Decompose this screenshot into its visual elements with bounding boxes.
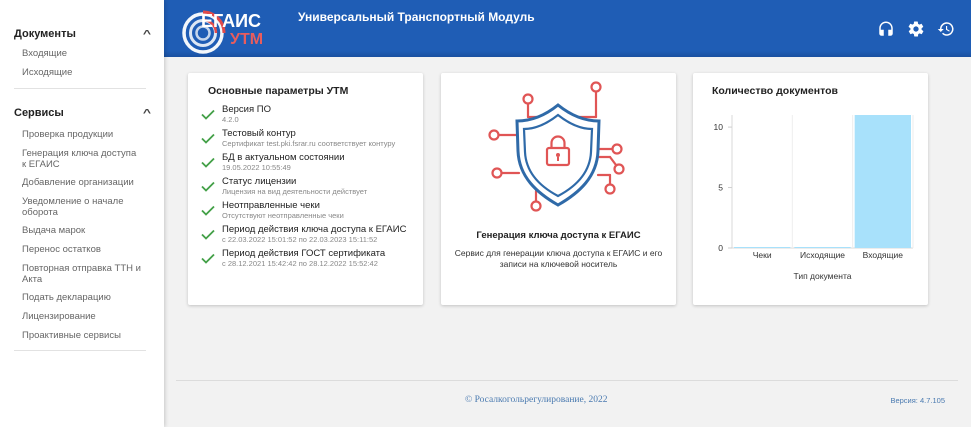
sidebar-section-title: Сервисы [14, 107, 64, 119]
y-tick-label: 0 [718, 243, 723, 253]
params-card: Основные параметры УТМ Версия ПО 4.2.0 Те… [188, 73, 423, 305]
svg-text:УТМ: УТМ [230, 31, 263, 48]
documents-chart-card: Количество документов 0 5 10 Чеки Исходящие В… [693, 73, 928, 305]
app-header: ЕГАИС УТМ Универсальный Транспортный Мод… [164, 0, 971, 57]
check-icon [201, 225, 222, 244]
sidebar-item-declaration[interactable]: Подать декларацию [0, 292, 164, 303]
sidebar-item-proactive[interactable]: Проактивные сервисы [0, 330, 164, 341]
param-value: 19.05.2022 10:55:49 [222, 163, 291, 172]
egais-logo[interactable]: ЕГАИС УТМ [182, 4, 282, 54]
y-tick-label: 5 [718, 183, 723, 193]
x-tick-label: Исходящие [800, 250, 845, 260]
shield-lock-icon [488, 81, 625, 212]
check-icon [201, 249, 222, 268]
sidebar-section-title: Документы [14, 28, 76, 40]
param-row: Период действия ключа доступа к ЕГАИС с 2… [201, 225, 406, 244]
params-list: Версия ПО 4.2.0 Тестовый контур Сертификат… [201, 105, 406, 268]
check-icon [201, 129, 222, 148]
key-card-description: Сервис для генерации ключа доступа к ЕГА… [454, 248, 663, 269]
bar [734, 247, 791, 248]
check-icon [201, 201, 222, 220]
svg-text:ЕГАИС: ЕГАИС [201, 11, 261, 31]
param-row: Статус лицензии Лицензия на вид деятельно… [201, 177, 406, 196]
param-row: Тестовый контур Сертификат test.pki.fsrar… [201, 129, 406, 148]
app-title: Универсальный Транспортный Модуль [298, 10, 535, 24]
sidebar-item-stamps[interactable]: Выдача марок [0, 225, 164, 236]
documents-bar-chart: 0 5 10 Чеки Исходящие Входящие Тип документа [714, 115, 914, 281]
sidebar-item-transfer-balances[interactable]: Перенос остатков [0, 244, 164, 255]
param-value: Сертификат test.pki.fsrar.ru соответству… [222, 139, 396, 148]
y-tick-label: 10 [714, 122, 724, 132]
sidebar-item-turnover-notice[interactable]: Уведомление о начале оборота [0, 196, 164, 218]
param-label: Тестовый контур [222, 128, 296, 139]
sidebar-item-incoming[interactable]: Входящие [0, 48, 164, 59]
sidebar-item-resend-ttn[interactable]: Повторная отправка ТТН и Акта [0, 263, 164, 285]
history-icon[interactable] [937, 20, 955, 38]
param-label: БД в актуальном состоянии [222, 152, 345, 163]
param-value: Отсутствуют неотправленные чеки [222, 211, 344, 220]
param-row: Версия ПО 4.2.0 [201, 105, 406, 124]
param-row: Неотправленные чеки Отсутствуют неотправл… [201, 201, 406, 220]
param-row: БД в актуальном состоянии 19.05.2022 10:5… [201, 153, 406, 172]
card-title: Основные параметры УТМ [208, 85, 349, 97]
key-generation-card[interactable]: Генерация ключа доступа к ЕГАИС Сервис д… [441, 73, 676, 305]
sidebar-item-add-organization[interactable]: Добавление организации [0, 177, 164, 188]
param-label: Период действия ключа доступа к ЕГАИС [222, 224, 407, 235]
sidebar-section-services[interactable]: Сервисы ^ [0, 103, 164, 123]
sidebar-section-documents[interactable]: Документы ^ [0, 24, 164, 44]
param-label: Период действия ГОСТ сертификата [222, 248, 386, 259]
param-row: Период действия ГОСТ сертификата с 28.12.… [201, 249, 406, 268]
param-label: Версия ПО [222, 104, 271, 115]
x-tick-label: Входящие [863, 250, 904, 260]
footer-version: Версия: 4.7.105 [890, 396, 945, 405]
param-label: Неотправленные чеки [222, 200, 320, 211]
sidebar-divider [14, 350, 146, 351]
param-value: с 22.03.2022 15:01:52 по 22.03.2023 15:1… [222, 235, 378, 244]
x-tick-label: Чеки [753, 250, 772, 260]
check-icon [201, 177, 222, 196]
chevron-up-icon[interactable]: ^ [143, 29, 151, 40]
bar [854, 115, 911, 248]
key-card-title: Генерация ключа доступа к ЕГАИС [476, 230, 641, 241]
sidebar-item-outgoing[interactable]: Исходящие [0, 67, 164, 78]
bar [794, 247, 851, 248]
check-icon [201, 105, 222, 124]
param-value: 4.2.0 [222, 115, 239, 124]
sidebar-item-key-generation[interactable]: Генерация ключа доступа к ЕГАИС [0, 148, 164, 170]
gear-icon[interactable] [907, 20, 925, 38]
sidebar: Документы ^ Входящие Исходящие Сервисы ^… [0, 0, 164, 427]
check-icon [201, 153, 222, 172]
chevron-up-icon[interactable]: ^ [143, 108, 151, 119]
param-label: Статус лицензии [222, 176, 297, 187]
param-value: с 28.12.2021 15:42:42 по 28.12.2022 15:5… [222, 259, 378, 268]
sidebar-item-check-products[interactable]: Проверка продукции [0, 129, 164, 140]
sidebar-item-licensing[interactable]: Лицензирование [0, 311, 164, 322]
headset-icon[interactable] [877, 20, 895, 38]
footer-divider [176, 380, 958, 381]
footer-copyright: © Росалкогольрегулирование, 2022 [465, 395, 608, 405]
param-value: Лицензия на вид деятельности действует [222, 187, 368, 196]
x-axis-label: Тип документа [794, 271, 852, 281]
